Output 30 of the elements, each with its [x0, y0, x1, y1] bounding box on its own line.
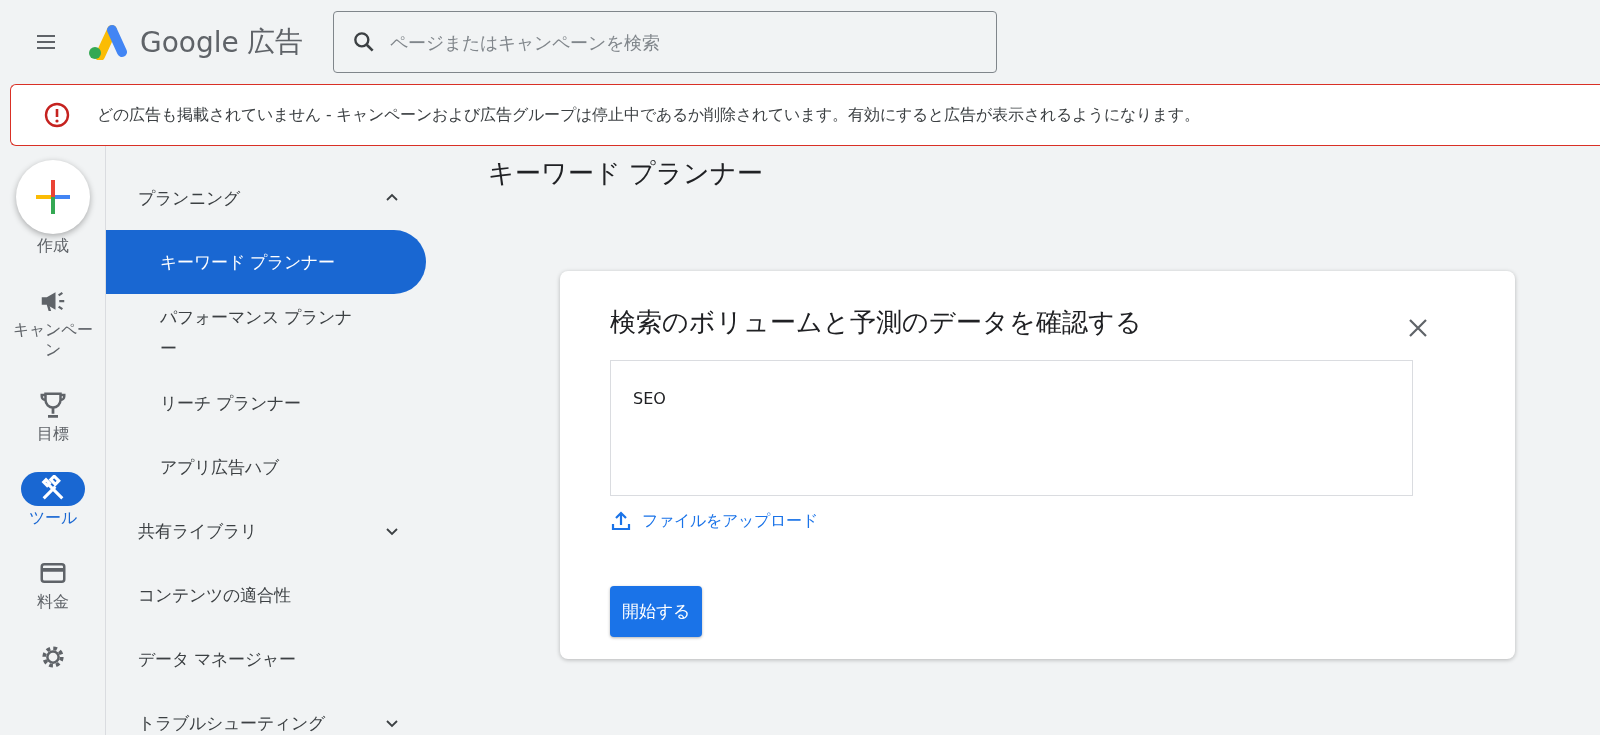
nav-section[interactable]: トラブルシューティング — [138, 711, 325, 735]
product-name: Google — [140, 25, 239, 59]
keyword-field[interactable]: SEO — [610, 360, 1413, 496]
page-title: キーワード プランナー — [488, 157, 765, 190]
rail-label[interactable]: 目標 — [12, 424, 93, 444]
create-button[interactable] — [15, 160, 90, 234]
nav-section[interactable]: プランニング — [138, 186, 240, 210]
nav-section[interactable]: コンテンツの適合性 — [138, 583, 291, 607]
product-suffix: 広告 — [246, 24, 303, 60]
upload-link[interactable]: ファイルをアップロード — [610, 510, 818, 532]
nav-item[interactable]: アプリ広告ハブ — [106, 435, 426, 500]
rail-pill[interactable] — [20, 472, 85, 506]
rail-label[interactable]: 料金 — [12, 592, 93, 612]
nav-section[interactable]: データ マネージャー — [138, 647, 297, 671]
dialog-title: 検索のボリュームと予測のデータを確認する — [610, 306, 1142, 339]
error-icon — [43, 101, 71, 129]
close-icon[interactable] — [1407, 316, 1429, 339]
nav-item[interactable]: パフォーマンス プランナー — [106, 294, 426, 372]
start-button[interactable]: 開始する — [610, 586, 702, 637]
rail-label[interactable]: 作成 — [12, 236, 93, 256]
plus-icon — [33, 178, 72, 216]
logo-icon — [86, 24, 128, 60]
nav-item[interactable]: リーチ プランナー — [106, 371, 426, 436]
nav-section[interactable]: 共有ライブラリ — [138, 519, 257, 543]
nav-item[interactable]: キーワード プランナー — [106, 230, 426, 294]
search-field[interactable]: ページまたはキャンペーンを検索 — [332, 11, 997, 73]
upload-icon — [610, 510, 632, 532]
rail-label[interactable]: ツール — [12, 508, 93, 528]
alert-message: どの広告も掲載されていません - キャンペーンおよび広告グループは停止中であるか削除されています。有効にすると広告が表示されるようになります。 — [97, 104, 1201, 126]
rail-label[interactable]: キャンペーン — [12, 320, 93, 360]
